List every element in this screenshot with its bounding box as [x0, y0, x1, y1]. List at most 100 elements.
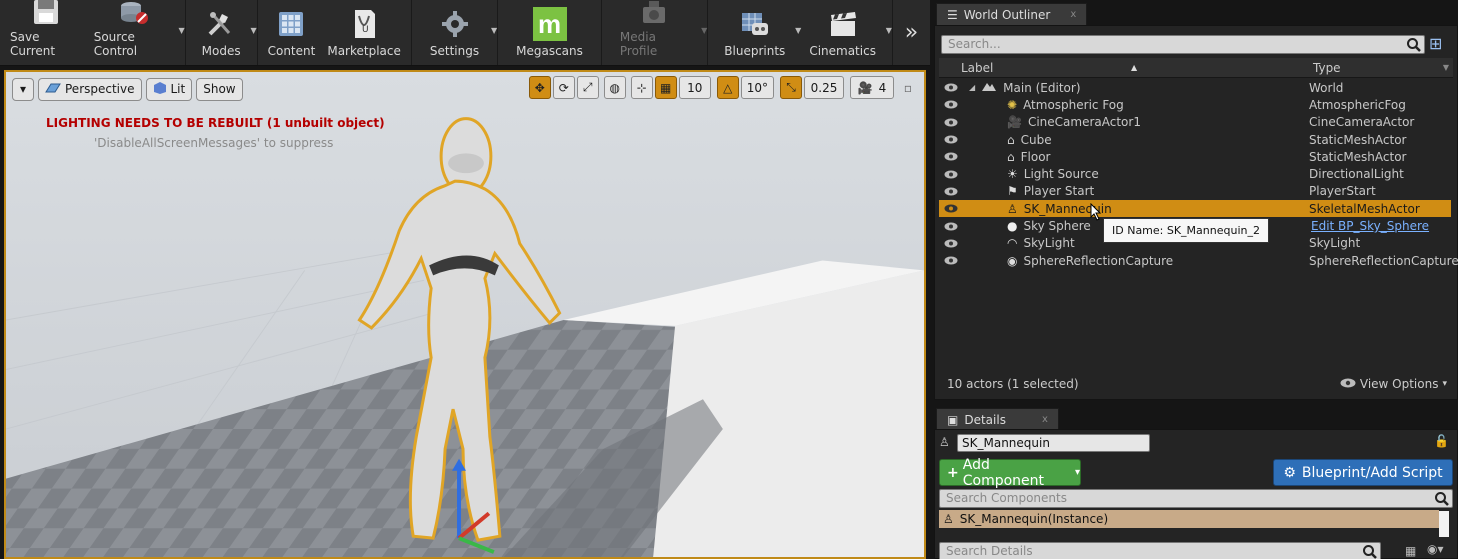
chevron-down-icon: ▼: [701, 26, 708, 35]
source-control-label: Source Control: [93, 30, 138, 58]
actor-icon: ♙: [939, 435, 950, 449]
viewport-options-button[interactable]: ▾: [12, 77, 34, 101]
search-icon: [1434, 491, 1450, 507]
world-space-icon[interactable]: ◍: [603, 76, 626, 99]
camera-speed-button[interactable]: 🎥 4: [850, 76, 894, 99]
outliner-row-light-source[interactable]: ☀ Light Source DirectionalLight: [939, 165, 1451, 182]
save-current-button[interactable]: Save Current: [4, 0, 88, 65]
grid-snap-icon[interactable]: ▦: [654, 76, 677, 99]
marketplace-button[interactable]: U Marketplace: [321, 0, 407, 65]
eye-icon[interactable]: [941, 118, 961, 127]
outliner-row-cube[interactable]: ⌂ Cube StaticMeshActor: [939, 131, 1451, 148]
blueprints-button[interactable]: Blueprints ▼: [712, 0, 801, 65]
eye-icon[interactable]: [941, 83, 961, 92]
modes-icon: [203, 7, 239, 41]
rotate-tool-icon[interactable]: ⟳: [552, 76, 575, 99]
maximize-viewport-icon[interactable]: ▫: [900, 76, 916, 99]
player-start-icon: ⚑: [1007, 184, 1018, 199]
settings-label: Settings: [429, 44, 480, 58]
megascans-button[interactable]: m Megascans: [502, 0, 597, 65]
search-components-input[interactable]: Search Components: [939, 489, 1453, 508]
search-icon: [1362, 544, 1378, 559]
eye-icon[interactable]: [941, 239, 961, 248]
media-profile-icon: [637, 0, 673, 27]
grid-snap-value[interactable]: 10: [678, 76, 711, 99]
outliner-row-sk-mannequin[interactable]: ♙ SK_Mannequin SkeletalMeshActor: [939, 200, 1451, 218]
megascans-label: Megascans: [516, 44, 583, 58]
show-label: Show: [203, 82, 236, 96]
megascans-glyph: m: [532, 7, 567, 41]
main-toolbar: Save Current Source Control ▼ Modes ▼ Co…: [0, 0, 930, 66]
outliner-row-main-editor[interactable]: ◢ Main (Editor) World: [939, 79, 1451, 96]
translate-tool-icon[interactable]: ✥: [528, 76, 551, 99]
eye-icon[interactable]: [941, 187, 961, 196]
close-icon[interactable]: x: [1042, 414, 1048, 425]
eye-icon[interactable]: ◉▾: [1427, 542, 1444, 556]
expand-arrow-icon[interactable]: ◢: [969, 83, 975, 92]
content-button[interactable]: Content: [262, 0, 322, 65]
view-options-button[interactable]: View Options ▾: [1340, 377, 1447, 391]
tab-details[interactable]: ▣ Details x: [936, 408, 1059, 430]
scale-tool-icon[interactable]: ⤢: [576, 76, 599, 99]
outliner-row-type: SphereReflectionCapture: [1309, 253, 1458, 268]
search-details-input[interactable]: Search Details: [939, 542, 1381, 559]
eye-icon[interactable]: [941, 222, 961, 231]
component-instance-row[interactable]: ♙ SK_Mannequin(Instance): [939, 510, 1439, 528]
outliner-row-cinecameraactor1[interactable]: 🎥 CineCameraActor1 CineCameraActor: [939, 114, 1451, 131]
source-control-button[interactable]: Source Control ▼: [88, 0, 185, 65]
add-component-button[interactable]: + Add Component ▾: [939, 457, 1081, 489]
perspective-button[interactable]: Perspective: [38, 77, 142, 101]
cinematics-button[interactable]: Cinematics ▼: [797, 0, 892, 65]
blueprints-icon: [737, 7, 773, 41]
id-name-tooltip: ID Name: SK_Mannequin_2: [1103, 218, 1269, 243]
outliner-row-sphere-reflection-capture[interactable]: ◉ SphereReflectionCapture SphereReflecti…: [939, 252, 1458, 269]
level-viewport[interactable]: ▾ Perspective Lit Show ✥ ⟳ ⤢ ◍ ⊹ ▦ 10 △: [4, 70, 926, 559]
toolbar-group-modes: Modes ▼: [186, 0, 258, 65]
media-profile-button[interactable]: Media Profile ▼: [606, 0, 707, 65]
show-button[interactable]: Show: [196, 77, 243, 101]
outliner-row-type: SkyLight: [1309, 236, 1361, 251]
settings-icon: [437, 7, 473, 41]
scale-snap-icon[interactable]: ⤡: [780, 76, 802, 99]
scale-snap-value[interactable]: 0.25: [804, 76, 844, 99]
chevron-down-icon: ▼: [178, 26, 185, 35]
media-profile-label: Media Profile: [619, 30, 658, 58]
property-matrix-icon[interactable]: ▦: [1405, 544, 1416, 558]
outliner-row-label-group: ⌂ Floor: [1007, 150, 1050, 164]
eye-icon[interactable]: [941, 170, 961, 179]
blueprint-icon: ⚙: [1283, 464, 1296, 481]
megascans-icon: m: [532, 7, 568, 41]
fog-icon: ✺: [1007, 97, 1018, 112]
sky-light-icon: ◠: [1007, 236, 1018, 251]
perspective-label: Perspective: [65, 82, 135, 96]
actor-name-field[interactable]: SK_Mannequin: [957, 434, 1150, 452]
eye-icon[interactable]: [941, 100, 961, 109]
surface-snap-icon[interactable]: ⊹: [630, 76, 653, 99]
rotation-snap-icon[interactable]: △: [716, 76, 739, 99]
edit-blueprint-link[interactable]: Edit BP_Sky_Sphere: [1311, 219, 1429, 233]
blueprint-add-script-button[interactable]: ⚙ Blueprint/Add Script: [1273, 459, 1453, 486]
eye-icon[interactable]: [941, 256, 961, 265]
eye-icon[interactable]: [941, 204, 961, 213]
outliner-row-atmospheric-fog[interactable]: ✺ Atmospheric Fog AtmosphericFog: [939, 96, 1451, 113]
settings-button[interactable]: Settings ▼: [416, 0, 497, 65]
components-scrollbar[interactable]: [1439, 511, 1449, 537]
tab-details-label: Details: [964, 412, 1006, 427]
outliner-row-player-start[interactable]: ⚑ Player Start PlayerStart: [939, 183, 1451, 200]
eye-icon: [1340, 377, 1356, 391]
lock-icon[interactable]: 🔓: [1434, 434, 1449, 448]
content-icon: [273, 7, 309, 41]
chevron-down-icon: ▼: [250, 26, 257, 35]
toolbar-group-content: Content U Marketplace: [258, 0, 412, 65]
camera-speed-icon: 🎥: [857, 80, 873, 95]
eye-icon[interactable]: [941, 135, 961, 144]
eye-icon[interactable]: [941, 152, 961, 161]
modes-button[interactable]: Modes ▼: [190, 0, 257, 65]
toolbar-overflow-button[interactable]: »: [893, 0, 930, 65]
component-instance-label: SK_Mannequin(Instance): [959, 512, 1109, 526]
outliner-row-type: PlayerStart: [1309, 184, 1376, 199]
rotation-snap-value[interactable]: 10°: [740, 76, 774, 99]
outliner-row-floor[interactable]: ⌂ Floor StaticMeshActor: [939, 148, 1451, 165]
outliner-icon: ☰: [947, 7, 958, 22]
lit-button[interactable]: Lit: [145, 77, 193, 101]
